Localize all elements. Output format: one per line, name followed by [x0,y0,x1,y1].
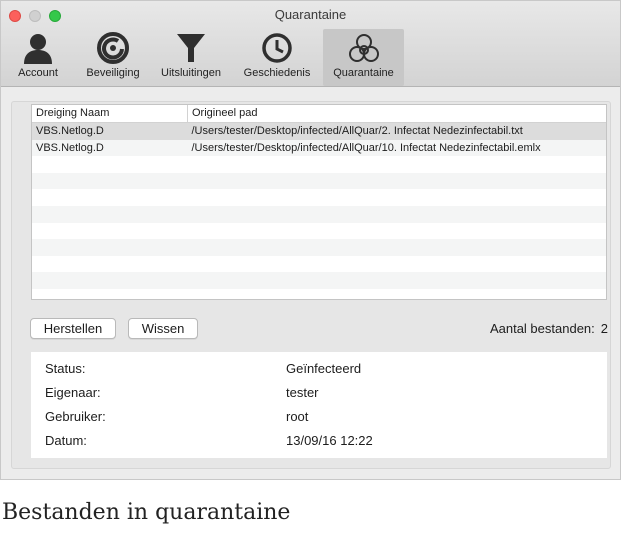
file-count-value: 2 [600,321,608,336]
empty-row [32,289,606,299]
threat-name-cell: VBS.Netlog.D [36,125,104,137]
original-path-cell: /Users/tester/Desktop/infected/AllQuar/2… [191,125,523,137]
empty-row [32,239,606,256]
tab-quarantaine-label: Quarantaine [333,67,394,79]
account-icon [24,34,52,64]
table-body: VBS.Netlog.D /Users/tester/Desktop/infec… [32,123,606,299]
user-label: Gebruiker: [45,409,106,424]
original-path-cell: /Users/tester/Desktop/infected/AllQuar/1… [191,141,541,154]
tab-beveiliging[interactable]: Beveiliging [77,29,149,86]
empty-row [32,272,606,289]
empty-row [32,256,606,273]
tab-quarantaine[interactable]: Quarantaine [323,29,404,86]
column-header-original-path[interactable]: Origineel pad [188,105,257,123]
empty-row [32,172,606,190]
tab-uitsluitingen-label: Uitsluitingen [161,67,221,79]
toolbar: Account Beveiliging Uitsluitingen Geschi… [1,29,620,86]
date-label: Datum: [45,433,87,448]
preferences-window: Quarantaine Account Beveiliging Uitsluit… [0,0,621,480]
tab-uitsluitingen[interactable]: Uitsluitingen [153,29,229,86]
detail-row-date: Datum: 13/09/16 12:22 [31,433,607,453]
table-row[interactable]: VBS.Netlog.D /Users/tester/Desktop/infec… [32,139,606,157]
empty-row [32,205,606,223]
details-panel: Status: Geïnfecteerd Eigenaar: tester Ge… [31,352,607,458]
detail-row-owner: Eigenaar: tester [31,385,607,405]
empty-row [32,189,606,206]
title-bar: Quarantaine Account Beveiliging Uitsluit… [1,1,620,87]
tab-account[interactable]: Account [1,29,75,86]
quarantine-table[interactable]: Dreiging Naam Origineel pad VBS.Netlog.D… [31,104,607,300]
file-count-label: Aantal bestanden: [489,321,595,336]
date-value: 13/09/16 12:22 [286,433,373,448]
delete-button[interactable]: Wissen [128,318,198,339]
tab-account-label: Account [18,67,58,79]
quarantine-panel: Dreiging Naam Origineel pad VBS.Netlog.D… [11,101,611,469]
tab-beveiliging-label: Beveiliging [86,67,140,79]
status-label: Status: [45,361,86,376]
file-count: Aantal bestanden: 2 [490,321,608,336]
restore-button[interactable]: Herstellen [30,318,116,339]
table-header: Dreiging Naam Origineel pad [32,105,606,123]
funnel-icon [177,34,205,62]
empty-row [32,156,606,173]
window-title: Quarantaine [274,7,347,22]
empty-row [32,223,606,240]
detail-row-user: Gebruiker: root [31,409,607,429]
biohazard-icon [348,34,379,62]
table-row[interactable]: VBS.Netlog.D /Users/tester/Desktop/infec… [32,123,606,140]
threat-name-cell: VBS.Netlog.D [36,141,104,154]
owner-value: tester [286,385,319,400]
user-value: root [286,409,309,424]
clock-icon [262,33,292,63]
tab-geschiedenis-label: Geschiedenis [243,67,311,79]
tab-geschiedenis[interactable]: Geschiedenis [237,29,317,86]
protection-icon [97,32,129,64]
column-header-threat-name[interactable]: Dreiging Naam [32,105,188,123]
detail-row-status: Status: Geïnfecteerd [31,361,607,381]
status-value: Geïnfecteerd [286,361,362,376]
owner-label: Eigenaar: [45,385,101,400]
figure-caption: Bestanden in quarantaine [2,500,291,525]
